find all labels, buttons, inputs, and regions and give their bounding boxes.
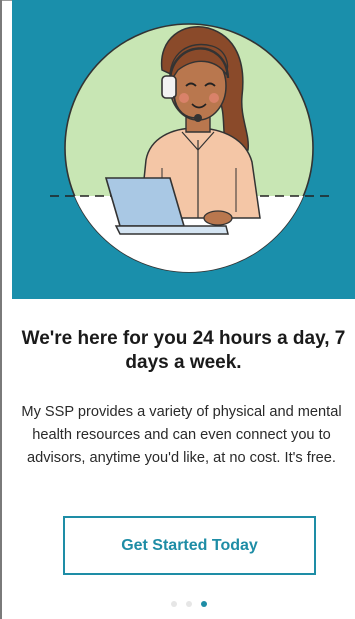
left-border [0,0,2,619]
cheek-left [179,93,189,103]
page-title: We're here for you 24 hours a day, 7 day… [21,328,346,373]
cheek-right [209,93,219,103]
description-text: My SSP provides a variety of physical an… [21,404,342,466]
get-started-button[interactable]: Get Started Today [63,516,316,575]
agent-hand [203,210,233,226]
laptop-screen [104,177,186,227]
hero-banner [12,0,355,299]
support-agent-illustration [50,23,334,273]
headset-earcup [161,75,177,99]
pagination-dot-2[interactable] [186,601,192,607]
onboarding-screen: We're here for you 24 hours a day, 7 day… [0,0,355,619]
laptop-base [114,225,229,235]
pagination-dot-1[interactable] [171,601,177,607]
pagination-dot-3-active[interactable] [201,601,207,607]
headset-mic [194,114,202,122]
pagination-dots [171,601,207,608]
